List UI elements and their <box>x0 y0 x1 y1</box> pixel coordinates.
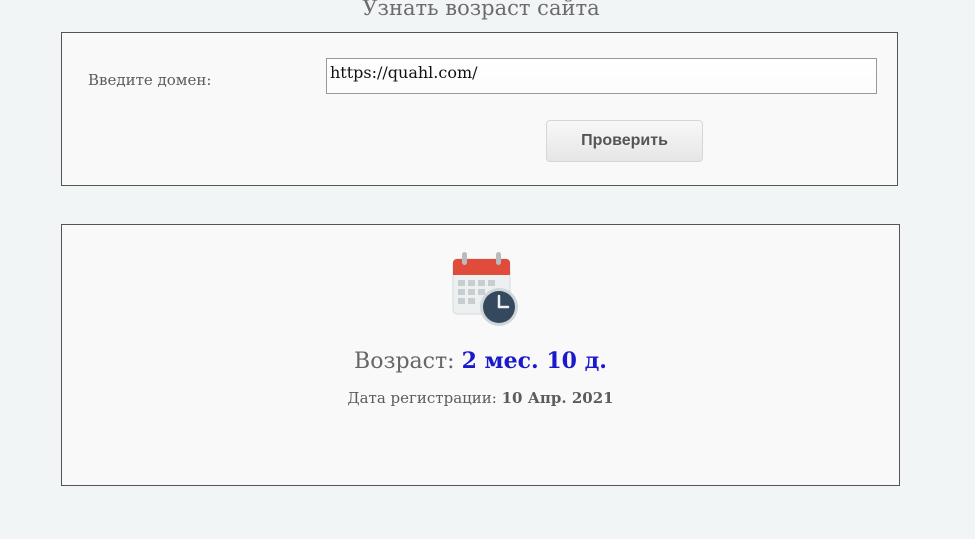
calendar-clock-icon <box>452 252 518 326</box>
registration-date: 10 Апр. 2021 <box>501 389 614 407</box>
registration-line: Дата регистрации: 10 Апр. 2021 <box>62 389 899 407</box>
page-title: Узнать возраст сайта <box>362 0 600 20</box>
domain-input[interactable] <box>326 58 877 94</box>
domain-label: Введите домен: <box>88 71 212 89</box>
domain-form-panel: Введите домен: Проверить <box>61 32 898 186</box>
check-button[interactable]: Проверить <box>546 120 703 162</box>
result-panel: Возраст: 2 мес. 10 д. Дата регистрации: … <box>61 224 900 486</box>
age-value: 2 мес. 10 д. <box>461 348 607 374</box>
age-label: Возраст: <box>354 349 455 374</box>
registration-label: Дата регистрации: <box>347 389 497 407</box>
age-line: Возраст: 2 мес. 10 д. <box>62 348 899 374</box>
